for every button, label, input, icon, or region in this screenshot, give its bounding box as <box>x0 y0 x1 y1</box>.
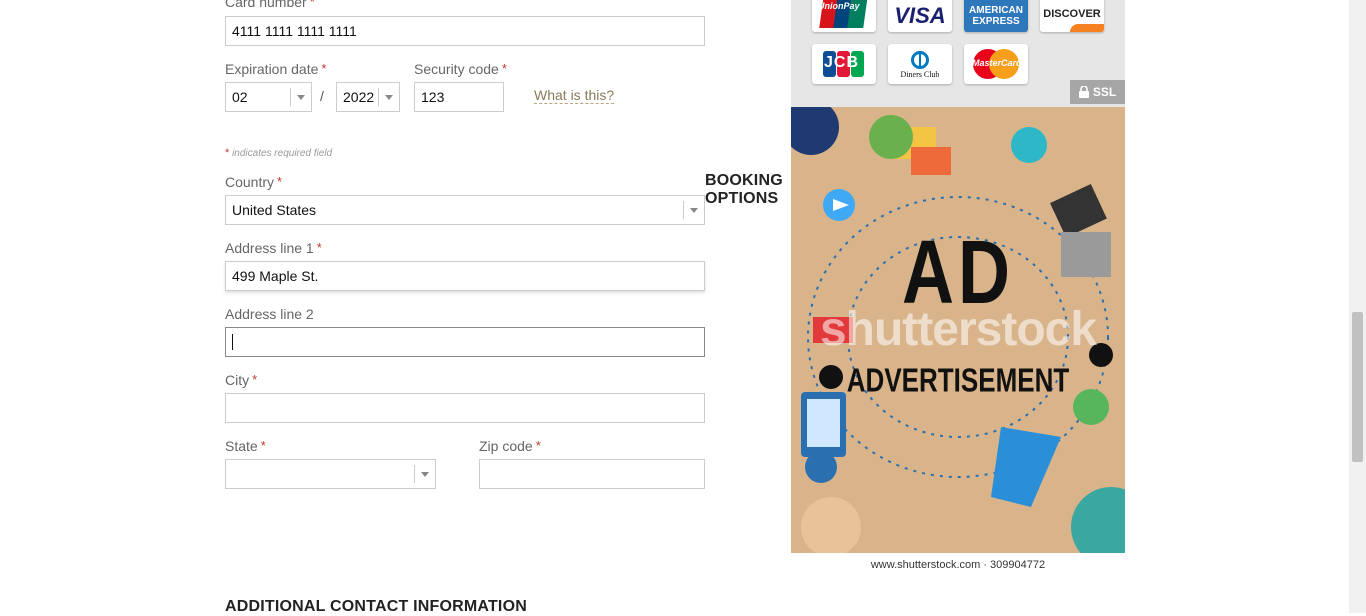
required-field-note: * indicates required field <box>225 147 333 159</box>
jcb-label: JCB <box>824 54 860 71</box>
what-is-this-link[interactable]: What is this? <box>534 87 615 105</box>
card-number-label: Card number * <box>225 0 315 10</box>
expiration-year-value: 2022 <box>343 89 375 105</box>
country-select[interactable]: United States <box>225 195 705 225</box>
city-label: City * <box>225 372 258 388</box>
card-number-value: 4111 1111 1111 1111 <box>232 23 357 39</box>
zip-code-input[interactable] <box>479 459 705 489</box>
chevron-down-icon <box>414 465 435 483</box>
mastercard-card-icon: MasterCard <box>964 44 1028 84</box>
ad-subline: ADVERTISEMENT <box>846 360 1070 400</box>
jcb-card-icon: JCB <box>812 44 876 84</box>
unionpay-label: UnionPay <box>818 1 860 11</box>
advertisement-image[interactable]: AD shutterstock ADVERTISEMENT <box>791 107 1125 553</box>
amex-card-icon: AMERICAN EXPRESS <box>964 0 1028 32</box>
discover-card-icon: DISCOVER <box>1040 0 1104 32</box>
address-line-1-label: Address line 1 * <box>225 240 322 256</box>
lock-icon <box>1078 86 1089 98</box>
expiration-date-label: Expiration date * <box>225 61 327 77</box>
address-line-2-label: Address line 2 <box>225 306 314 322</box>
discover-stripe <box>1070 24 1104 32</box>
address-line-2-input[interactable] <box>225 327 705 357</box>
security-code-value: 123 <box>421 89 445 105</box>
expiration-year-select[interactable]: 2022 <box>336 82 400 112</box>
state-label: State * <box>225 438 266 454</box>
ad-caption: www.shutterstock.com · 309904772 <box>791 553 1125 577</box>
chevron-down-icon <box>290 88 311 106</box>
ssl-badge: SSL <box>1070 80 1125 104</box>
page-scrollbar[interactable] <box>1349 0 1366 613</box>
security-code-label: Security code * <box>414 61 507 77</box>
ssl-label: SSL <box>1092 85 1117 99</box>
city-input[interactable] <box>225 393 705 423</box>
address-line-1-value: 499 Maple St. <box>232 268 319 284</box>
country-value: United States <box>232 202 317 218</box>
address-line-1-input[interactable]: 499 Maple St. <box>225 261 705 291</box>
diners-club-card-icon: Diners Club <box>888 44 952 84</box>
visa-card-icon: VISA <box>888 0 952 32</box>
chevron-down-icon <box>683 201 704 219</box>
expiration-separator: / <box>320 88 324 104</box>
payment-cards-panel: UnionPay VISA AMERICAN EXPRESS DISCOVER … <box>791 0 1125 107</box>
card-number-input[interactable]: 4111 1111 1111 1111 <box>225 16 705 46</box>
expiration-month-select[interactable]: 02 <box>225 82 312 112</box>
zip-code-label: Zip code * <box>479 438 541 454</box>
unionpay-card-icon: UnionPay <box>812 0 876 32</box>
mastercard-label: MasterCard <box>972 58 1022 68</box>
state-select[interactable] <box>225 459 436 489</box>
visa-label: VISA <box>894 3 946 28</box>
chevron-down-icon <box>378 88 399 106</box>
text-cursor <box>232 334 233 350</box>
diners-club-label: Diners Club <box>900 69 940 79</box>
ad-watermark: shutterstock <box>819 303 1097 356</box>
expiration-month-value: 02 <box>232 89 248 105</box>
scrollbar-thumb[interactable] <box>1352 312 1363 462</box>
additional-contact-heading: ADDITIONAL CONTACT INFORMATION <box>225 598 527 615</box>
booking-options-heading: BOOKING OPTIONS <box>705 172 783 207</box>
security-code-input[interactable]: 123 <box>414 82 504 112</box>
discover-label: DISCOVER <box>1043 8 1101 20</box>
country-label: Country * <box>225 174 283 190</box>
amex-label: AMERICAN EXPRESS <box>969 5 1023 27</box>
